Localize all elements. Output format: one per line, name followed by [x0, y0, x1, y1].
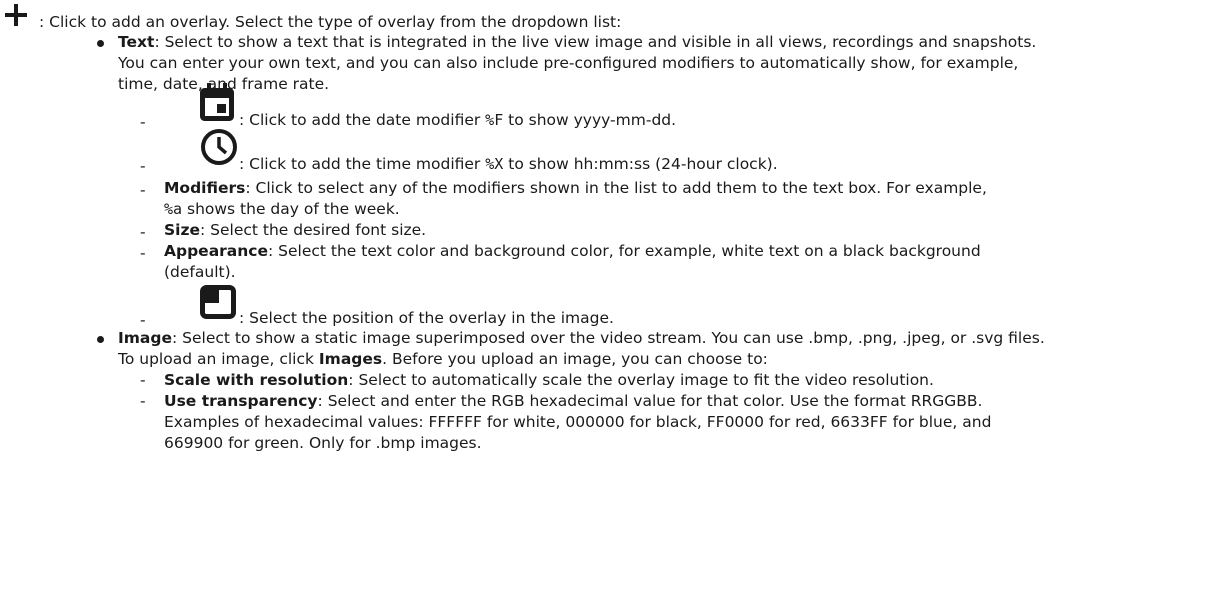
- dash: -: [140, 113, 146, 131]
- transparency-item-line1: Use transparency: Select and enter the R…: [164, 392, 982, 410]
- scale-description: : Select to automatically scale the over…: [348, 371, 934, 389]
- dash: -: [140, 244, 146, 262]
- time-code: %X: [485, 155, 504, 173]
- time-text: : Click to add the time modifier: [239, 155, 486, 173]
- date-text: : Click to add the date modifier: [239, 111, 486, 129]
- date-item: : Click to add the date modifier %F to s…: [239, 111, 676, 129]
- transparency-item-line3: 669900 for green. Only for .bmp images.: [164, 434, 482, 452]
- dash: -: [140, 371, 146, 389]
- transparency-description: : Select and enter the RGB hexadecimal v…: [317, 392, 983, 410]
- image-description: : Select to show a static image superimp…: [172, 329, 1045, 347]
- image-item-line2: To upload an image, click Images. Before…: [118, 350, 768, 368]
- time-text-end: to show hh:mm:ss (24-hour clock).: [503, 155, 778, 173]
- appearance-description: : Select the text color and background c…: [268, 242, 981, 260]
- modifiers-description: : Click to select any of the modifiers s…: [245, 179, 987, 197]
- image-text-end: . Before you upload an image, you can ch…: [382, 350, 768, 368]
- bullet: [97, 40, 104, 47]
- document-page: { "intro": { "text": ": Click to add an …: [0, 0, 1221, 597]
- transparency-term: Use transparency: [164, 392, 318, 410]
- modifiers-description-end: shows the day of the week.: [182, 200, 400, 218]
- scale-item: Scale with resolution: Select to automat…: [164, 371, 934, 389]
- images-term: Images: [318, 350, 383, 368]
- text-description: : Select to show a text that is integrat…: [154, 33, 1037, 51]
- image-term: Image: [118, 329, 172, 347]
- position-icon[interactable]: [200, 285, 236, 319]
- text-item-line2: You can enter your own text, and you can…: [118, 54, 1019, 72]
- size-item: Size: Select the desired font size.: [164, 221, 426, 239]
- appearance-item-line2: (default).: [164, 263, 236, 281]
- dash: -: [140, 223, 146, 241]
- size-term: Size: [164, 221, 201, 239]
- appearance-item-line1: Appearance: Select the text color and ba…: [164, 242, 981, 260]
- date-text-end: to show yyyy-mm-dd.: [503, 111, 677, 129]
- transparency-item-line2: Examples of hexadecimal values: FFFFFF f…: [164, 413, 992, 431]
- add-icon[interactable]: [3, 2, 29, 28]
- intro-text: : Click to add an overlay. Select the ty…: [39, 13, 622, 31]
- dash: -: [140, 157, 146, 175]
- dash: -: [140, 311, 146, 329]
- appearance-term: Appearance: [164, 242, 268, 260]
- calendar-icon[interactable]: [200, 82, 234, 122]
- scale-term: Scale with resolution: [164, 371, 349, 389]
- dash: -: [140, 181, 146, 199]
- image-item-line1: Image: Select to show a static image sup…: [118, 329, 1045, 347]
- modifiers-item-line2: %a shows the day of the week.: [164, 200, 400, 218]
- size-description: : Select the desired font size.: [200, 221, 427, 239]
- text-item-line1: Text: Select to show a text that is inte…: [118, 33, 1036, 51]
- modifiers-code: %a: [164, 200, 183, 218]
- modifiers-item-line1: Modifiers: Click to select any of the mo…: [164, 179, 987, 197]
- clock-icon[interactable]: [200, 128, 238, 166]
- modifiers-term: Modifiers: [164, 179, 246, 197]
- image-text: To upload an image, click: [118, 350, 319, 368]
- text-term: Text: [118, 33, 155, 51]
- time-item: : Click to add the time modifier %X to s…: [239, 155, 778, 173]
- date-code: %F: [485, 111, 504, 129]
- bullet: [97, 336, 104, 343]
- dash: -: [140, 392, 146, 410]
- position-item: : Select the position of the overlay in …: [239, 309, 614, 327]
